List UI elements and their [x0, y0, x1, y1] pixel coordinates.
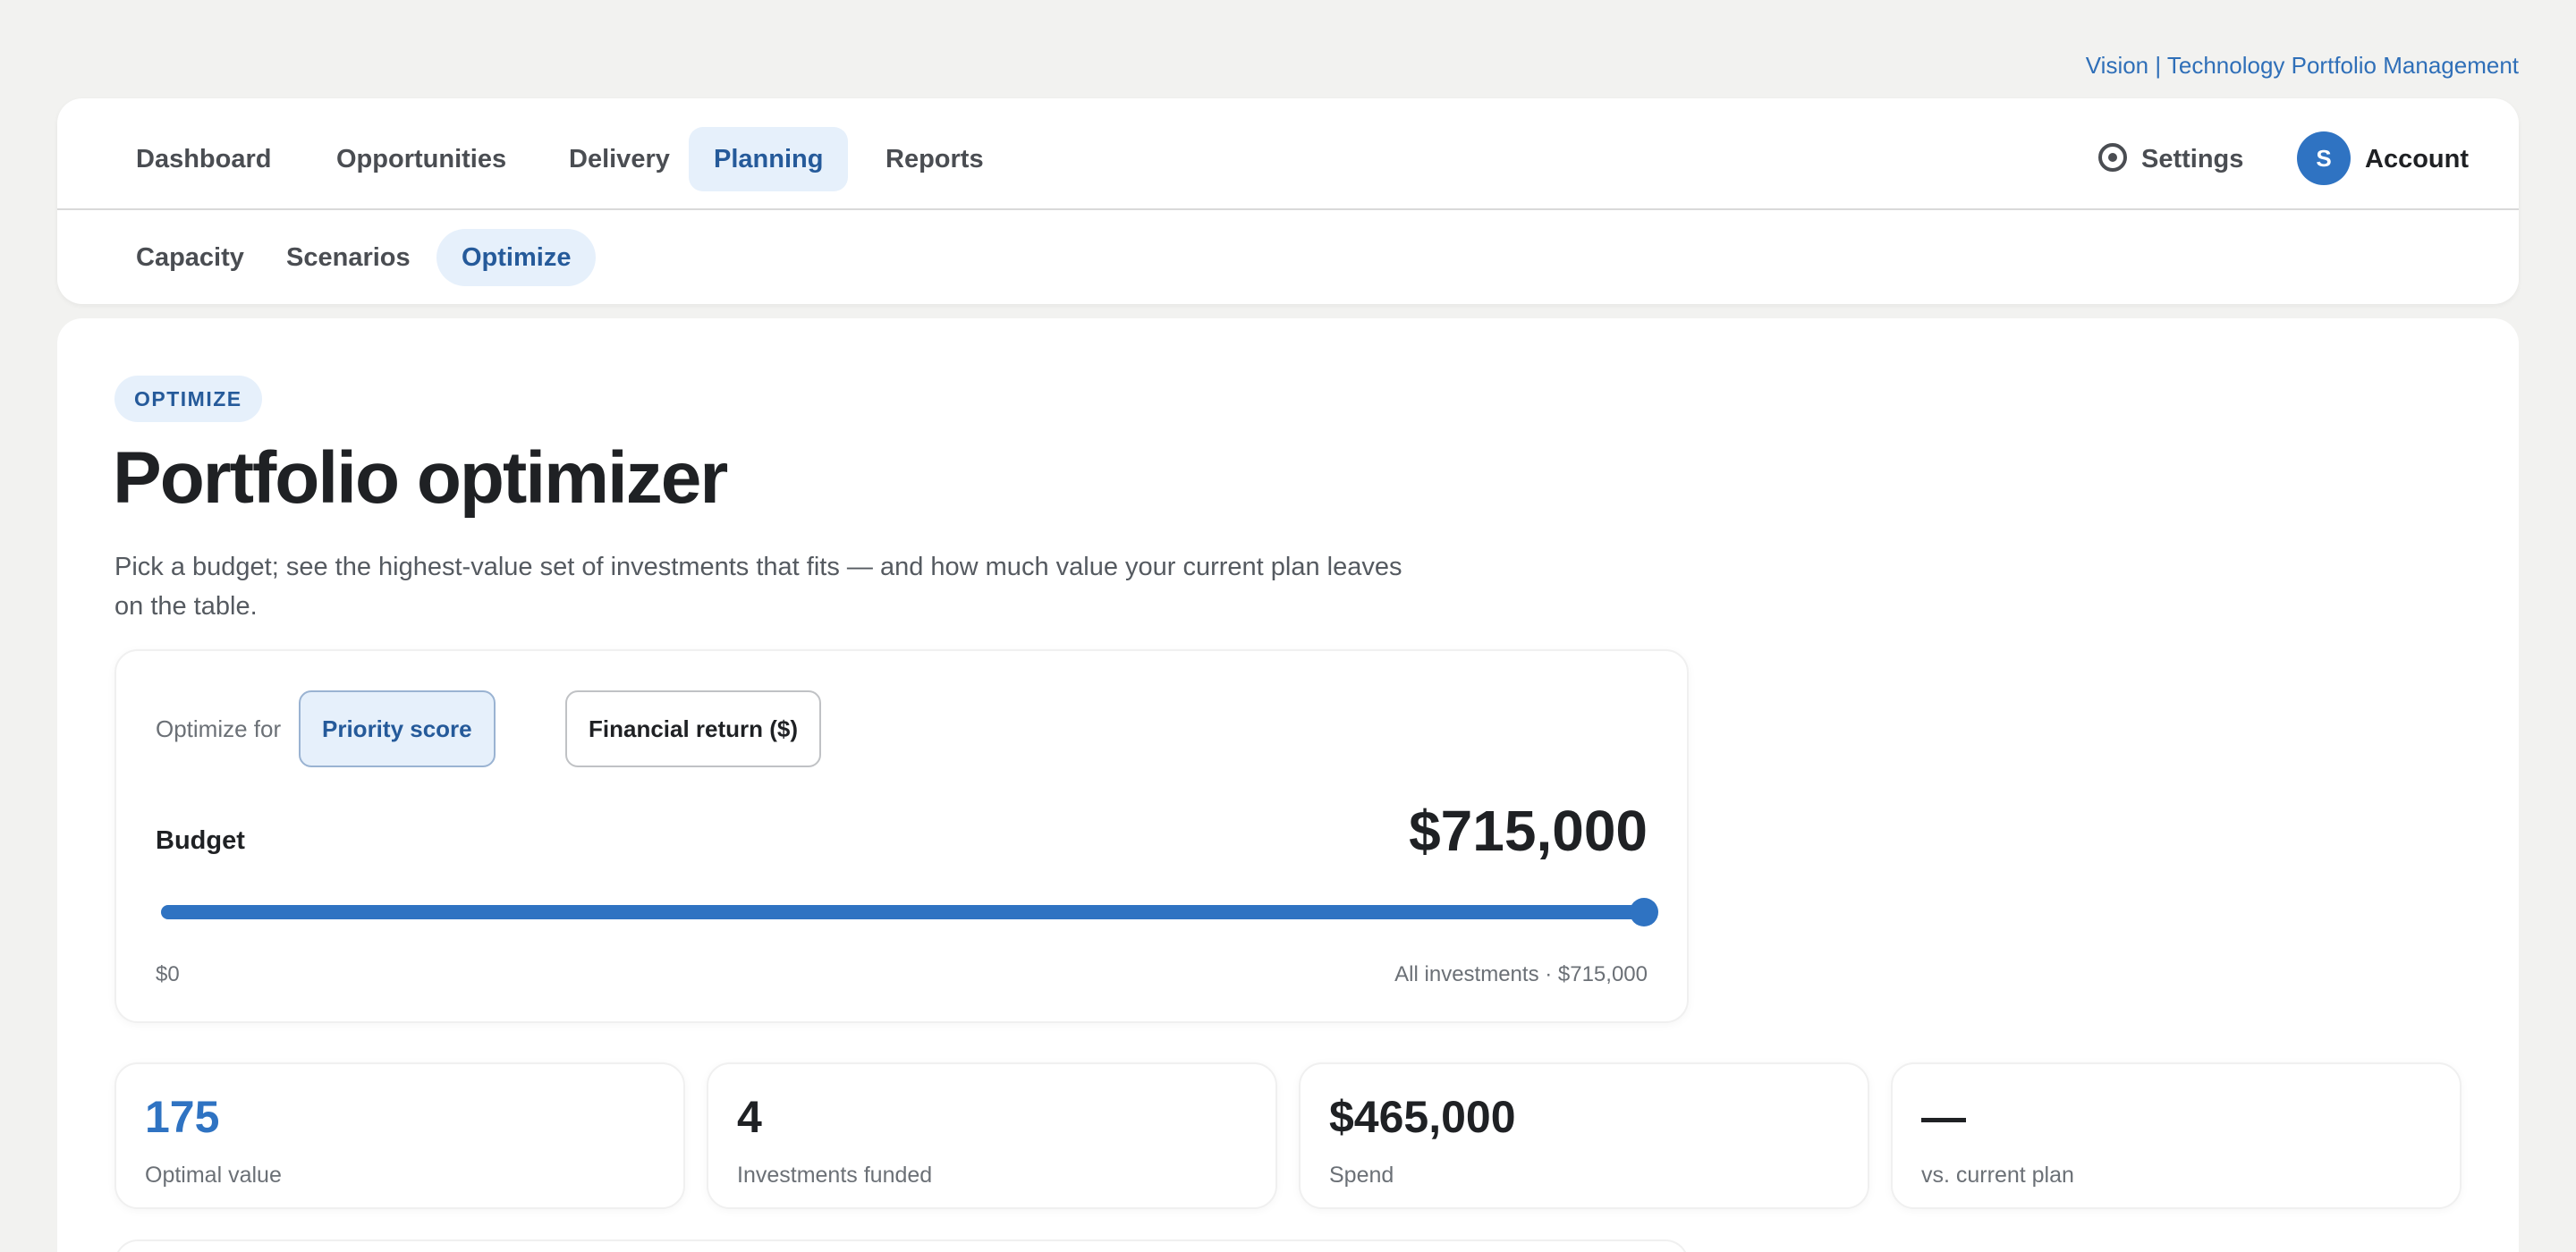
stat-value: $465,000 [1329, 1092, 1516, 1142]
main-content-card: OPTIMIZE Portfolio optimizer Pick a budg… [57, 318, 2519, 1252]
stat-label: Optimal value [145, 1163, 282, 1188]
settings-icon [2098, 143, 2127, 173]
subtab-scenarios[interactable]: Scenarios [261, 229, 436, 286]
stat-label: Investments funded [737, 1163, 933, 1188]
slider-fill [161, 905, 1644, 919]
settings-label: Settings [2141, 145, 2244, 173]
stat-value: 4 [737, 1092, 762, 1142]
primary-nav: Dashboard Opportunities Delivery Plannin… [57, 98, 2519, 210]
stat-label: vs. current plan [1921, 1163, 2074, 1188]
optimize-for-label: Optimize for [156, 715, 282, 742]
tab-dashboard[interactable]: Dashboard [111, 127, 296, 191]
tab-delivery[interactable]: Delivery [544, 127, 695, 191]
stat-value: — [1921, 1092, 1966, 1142]
subtab-capacity[interactable]: Capacity [111, 229, 269, 286]
stat-card-investments-funded: 4 Investments funded [707, 1062, 1277, 1209]
subtab-optimize[interactable]: Optimize [436, 229, 597, 286]
tab-planning[interactable]: Planning [689, 127, 849, 191]
slider-max-label: All investments · $715,000 [1394, 962, 1648, 986]
tab-opportunities[interactable]: Opportunities [311, 127, 531, 191]
slider-min-label: $0 [156, 962, 180, 986]
next-panel [114, 1239, 1689, 1252]
app-title-link[interactable]: Vision | Technology Portfolio Management [2086, 52, 2519, 80]
tab-reports[interactable]: Reports [860, 127, 1009, 191]
financial-return-button[interactable]: Financial return ($) [565, 690, 822, 767]
section-badge: OPTIMIZE [114, 376, 262, 422]
slider-thumb[interactable] [1630, 898, 1658, 926]
navigation-card: Dashboard Opportunities Delivery Plannin… [57, 98, 2519, 304]
stat-card-spend: $465,000 Spend [1299, 1062, 1869, 1209]
page-description: Pick a budget; see the highest-value set… [114, 553, 1402, 621]
stat-value: 175 [145, 1092, 220, 1142]
budget-slider[interactable] [161, 898, 1658, 926]
avatar[interactable]: S [2297, 131, 2351, 185]
budget-label: Budget [156, 826, 245, 855]
stat-card-vs-current-plan: — vs. current plan [1891, 1062, 2462, 1209]
stat-card-optimal-value: 175 Optimal value [114, 1062, 685, 1209]
priority-score-button[interactable]: Priority score [299, 690, 496, 767]
budget-value: $715,000 [1409, 799, 1648, 863]
optimizer-panel: Optimize for Priority score Financial re… [114, 649, 1689, 1023]
settings-button[interactable]: Settings [2098, 127, 2243, 191]
account-button[interactable]: Account [2365, 127, 2469, 191]
page-title: Portfolio optimizer [113, 437, 728, 519]
stat-label: Spend [1329, 1163, 1394, 1188]
